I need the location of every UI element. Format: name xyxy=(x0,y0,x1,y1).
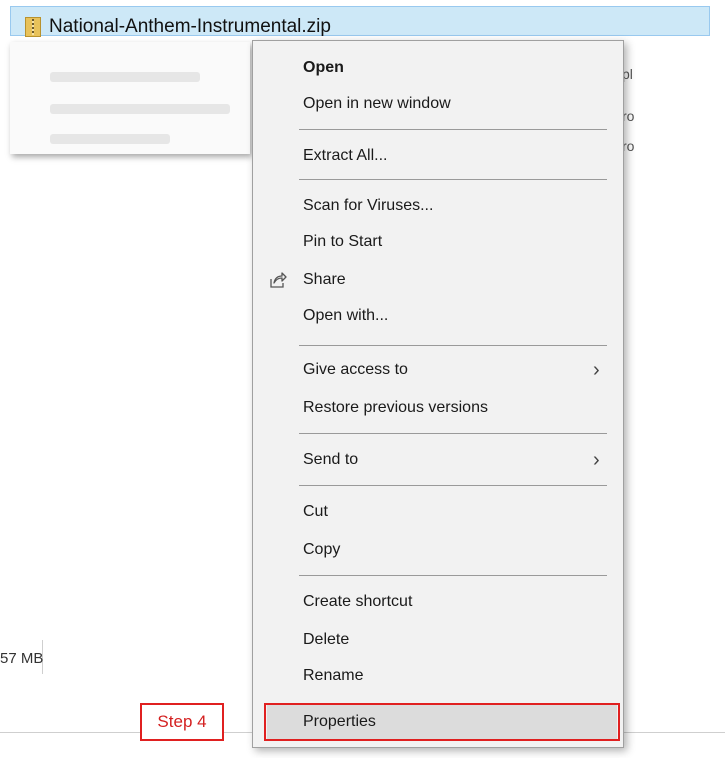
menu-item-label: Give access to xyxy=(303,361,408,378)
menu-separator xyxy=(299,433,607,434)
chevron-right-icon: › xyxy=(593,449,600,471)
menu-item-send-to[interactable]: Send to › xyxy=(253,445,623,477)
menu-item-label: Extract All... xyxy=(303,147,388,164)
menu-item-restore-versions[interactable]: Restore previous versions xyxy=(253,393,623,425)
menu-item-label: Cut xyxy=(303,503,328,520)
background-tooltip-panel xyxy=(10,42,250,154)
menu-item-label: Share xyxy=(303,271,346,288)
menu-item-label: Delete xyxy=(303,631,350,648)
menu-item-label: Rename xyxy=(303,667,364,684)
menu-item-pin-to-start[interactable]: Pin to Start xyxy=(253,227,623,259)
menu-separator xyxy=(299,179,607,180)
zip-folder-icon xyxy=(25,17,41,37)
menu-separator xyxy=(299,575,607,576)
file-name: National-Anthem-Instrumental.zip xyxy=(49,16,331,37)
menu-item-label: Open xyxy=(303,59,344,76)
menu-item-open-with[interactable]: Open with... xyxy=(253,301,623,333)
menu-item-give-access[interactable]: Give access to › xyxy=(253,355,623,387)
menu-item-label: Create shortcut xyxy=(303,593,413,610)
menu-item-create-shortcut[interactable]: Create shortcut xyxy=(253,587,623,619)
menu-item-label: Open with... xyxy=(303,307,389,324)
menu-item-copy[interactable]: Copy xyxy=(253,535,623,567)
share-icon xyxy=(269,271,287,289)
menu-item-open[interactable]: Open xyxy=(253,53,623,85)
menu-item-rename[interactable]: Rename xyxy=(253,661,623,693)
menu-item-extract-all[interactable]: Extract All... xyxy=(253,141,623,173)
menu-item-label: Restore previous versions xyxy=(303,399,488,416)
menu-separator xyxy=(299,345,607,346)
menu-item-label: Pin to Start xyxy=(303,233,383,250)
step-label: Step 4 xyxy=(140,703,224,741)
menu-separator xyxy=(299,129,607,130)
menu-item-label: Send to xyxy=(303,451,359,468)
menu-item-cut[interactable]: Cut xyxy=(253,497,623,529)
details-column-fragment: pl ro ro xyxy=(620,42,725,242)
file-size: 57 MB xyxy=(0,650,44,667)
context-menu: Open Open in new window Extract All... S… xyxy=(252,40,624,748)
menu-item-label: Copy xyxy=(303,541,341,558)
menu-item-share[interactable]: Share xyxy=(253,265,623,297)
menu-item-scan-viruses[interactable]: Scan for Viruses... xyxy=(253,191,623,223)
menu-item-label: Open in new window xyxy=(303,95,451,112)
menu-item-open-new-window[interactable]: Open in new window xyxy=(253,89,623,121)
menu-separator xyxy=(299,485,607,486)
selected-file-row[interactable]: National-Anthem-Instrumental.zip xyxy=(10,6,710,37)
menu-item-label: Scan for Viruses... xyxy=(303,197,434,214)
annotation-highlight-box xyxy=(264,703,620,741)
chevron-right-icon: › xyxy=(593,359,600,381)
menu-item-delete[interactable]: Delete xyxy=(253,625,623,657)
